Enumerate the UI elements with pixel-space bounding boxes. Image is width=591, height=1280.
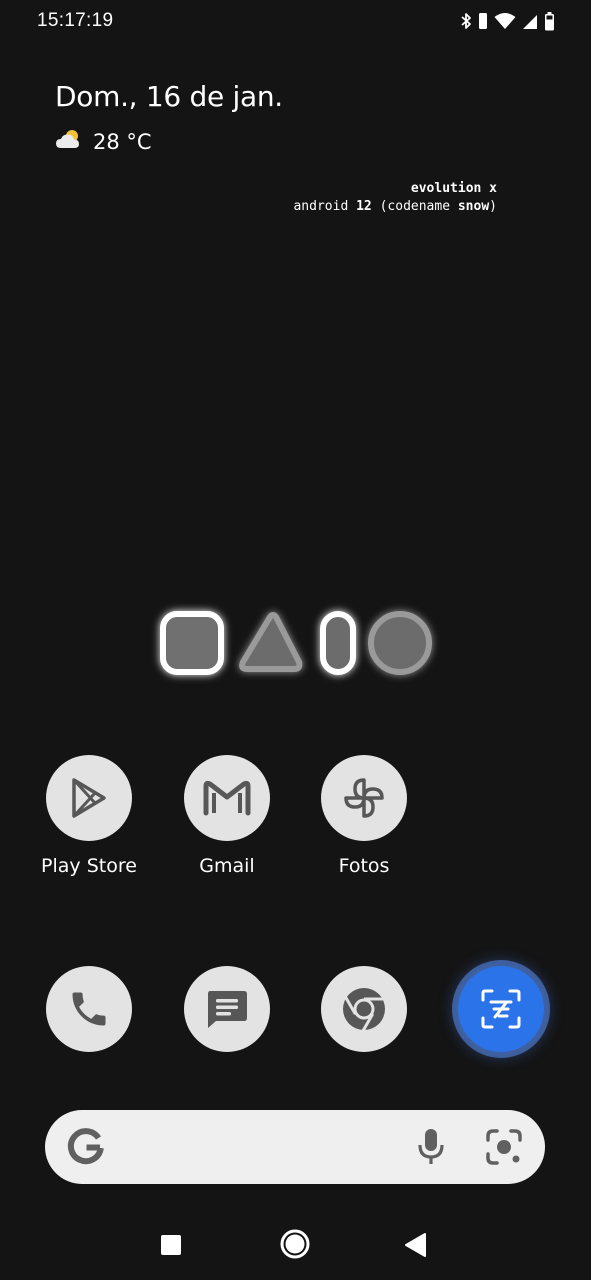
app-gmail[interactable]: Gmail: [167, 755, 287, 877]
rom-version-prefix: android: [293, 199, 357, 214]
lens-icon[interactable]: [485, 1128, 523, 1171]
wifi-icon: [494, 12, 516, 30]
google-search-bar[interactable]: [45, 1110, 545, 1184]
rom-version: android 12 (codename snow): [293, 198, 497, 216]
square-shape: [160, 611, 224, 675]
play-store-icon[interactable]: [46, 755, 132, 841]
home-circle-icon[interactable]: [279, 1228, 311, 1265]
glance-date[interactable]: Dom., 16 de jan.: [55, 80, 283, 113]
bluetooth-icon: [461, 12, 472, 30]
rom-info-widget: evolution x android 12 (codename snow): [293, 180, 497, 216]
chrome-icon[interactable]: [321, 966, 407, 1052]
dock-phone[interactable]: [29, 966, 149, 1052]
rom-version-mid: (codename: [371, 199, 458, 214]
photos-pinwheel-icon[interactable]: [321, 755, 407, 841]
pill-shape: [320, 611, 356, 675]
rom-version-suffix: ): [489, 199, 497, 214]
back-triangle-icon[interactable]: [403, 1232, 427, 1263]
status-time: 15:17:19: [37, 10, 114, 31]
circle-shape: [368, 611, 432, 675]
microphone-icon[interactable]: [416, 1127, 446, 1172]
partly-cloudy-icon: [55, 128, 83, 155]
app-label: Fotos: [338, 855, 390, 877]
battery-icon: [544, 11, 555, 31]
cell-signal-icon: [522, 12, 538, 30]
dock-chrome[interactable]: [304, 966, 424, 1052]
app-play-store[interactable]: Play Store: [29, 755, 149, 877]
dock-scanner[interactable]: [441, 966, 561, 1052]
triangle-shape: [239, 612, 303, 672]
dock-messages[interactable]: [167, 966, 287, 1052]
scanner-icon[interactable]: [458, 966, 544, 1052]
vibrate-icon: [478, 12, 488, 30]
weather-temperature: 28 °C: [93, 129, 152, 154]
app-label: Play Store: [41, 855, 137, 877]
app-label: Gmail: [199, 855, 255, 877]
navigation-bar: [0, 1210, 591, 1280]
glance-weather[interactable]: 28 °C: [55, 128, 152, 155]
app-fotos[interactable]: Fotos: [304, 755, 424, 877]
rom-name: evolution x: [410, 181, 497, 196]
home-screen: 15:17:19 Dom., 16 de jan. 28 °C evolutio…: [0, 0, 591, 1280]
google-g-icon[interactable]: [67, 1128, 105, 1171]
rom-codename: snow: [457, 199, 490, 214]
recents-square-icon[interactable]: [160, 1234, 182, 1261]
rom-version-number: 12: [356, 199, 372, 214]
status-icons: [461, 10, 555, 32]
status-bar: 15:17:19: [0, 0, 591, 44]
messages-icon[interactable]: [184, 966, 270, 1052]
phone-icon[interactable]: [46, 966, 132, 1052]
shapes-widget[interactable]: [155, 605, 440, 685]
gmail-icon[interactable]: [184, 755, 270, 841]
